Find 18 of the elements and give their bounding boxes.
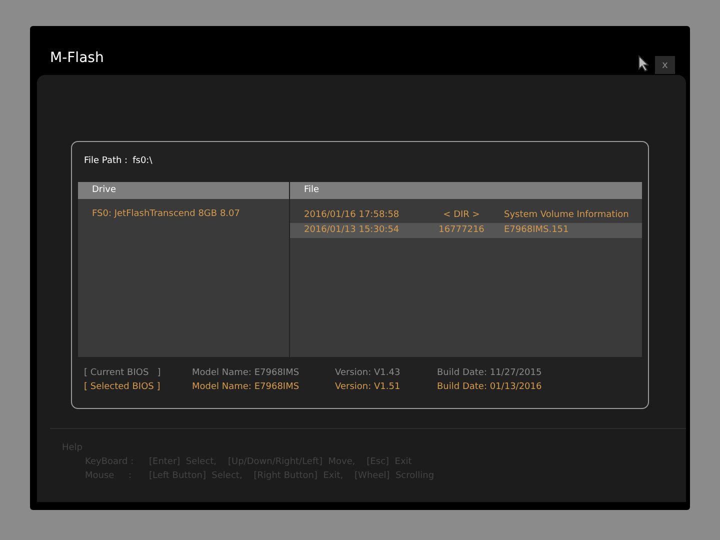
mouse-pointer-icon — [638, 55, 649, 72]
column-header: Drive — [78, 182, 289, 199]
close-button[interactable]: x — [655, 56, 675, 74]
build-date: Build Date: 01/13/2016 — [437, 381, 542, 394]
file-path-value: fs0:\ — [132, 156, 152, 168]
bios-label: [ Current BIOS ] — [84, 367, 162, 380]
bios-label: [ Selected BIOS ] — [84, 381, 162, 394]
model-name: Model Name: E7968IMS — [192, 367, 300, 380]
window-title: M-Flash — [50, 50, 104, 66]
file-row[interactable]: 2016/01/13 15:30:54 16777216 E7968IMS.151 — [290, 223, 642, 238]
bios-version: Version: V1.43 — [335, 367, 402, 380]
drive-item[interactable]: FS0: JetFlashTranscend 8GB 8.07 — [78, 199, 289, 219]
bios-version: Version: V1.51 — [335, 381, 402, 394]
column-header: File — [290, 182, 642, 199]
file-row[interactable]: 2016/01/16 17:58:58 < DIR > System Volume Information — [290, 208, 642, 223]
build-date: Build Date: 11/27/2015 — [437, 367, 542, 380]
model-name: Model Name: E7968IMS — [192, 381, 300, 394]
file-path-label: File Path : — [84, 156, 128, 168]
